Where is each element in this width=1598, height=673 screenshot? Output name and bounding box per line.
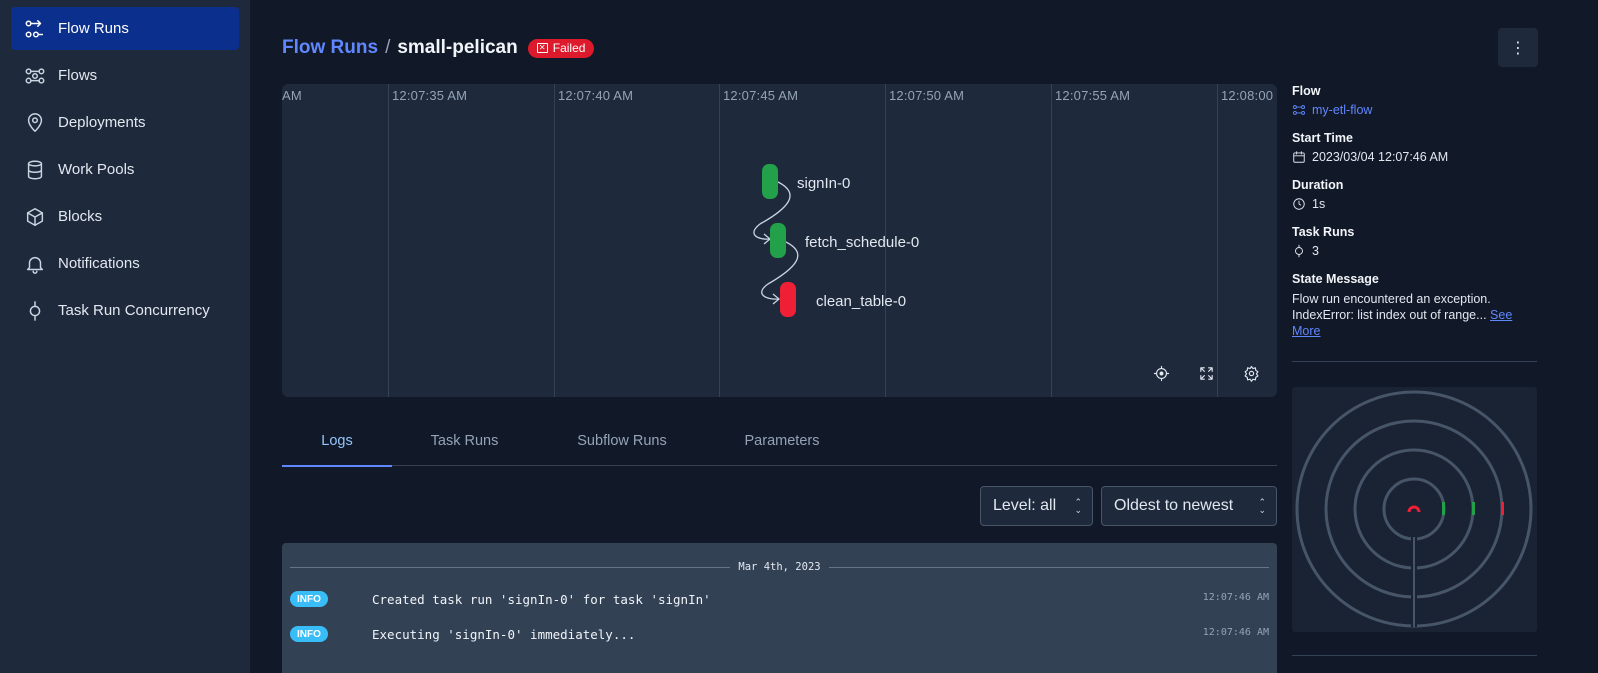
log-message: Created task run 'signIn-0' for task 'si… (372, 592, 711, 607)
sidebar-item-work-pools[interactable]: Work Pools (11, 148, 239, 191)
duration-label: Duration (1292, 178, 1344, 192)
location-pin-icon (24, 112, 46, 134)
radar-view[interactable] (1292, 387, 1537, 632)
log-message: Executing 'signIn-0' immediately... (372, 627, 636, 642)
log-sort-value: Oldest to newest (1114, 497, 1234, 514)
page-title: small-pelican (397, 37, 518, 58)
log-date-divider: Mar 4th, 2023 (282, 560, 1277, 574)
sidebar-item-notifications[interactable]: Notifications (11, 242, 239, 285)
settings-gear-icon (1243, 365, 1260, 382)
divider (1292, 655, 1537, 656)
log-timestamp: 12:07:46 AM (1202, 627, 1269, 638)
concurrency-icon (24, 300, 46, 322)
log-row: INFO Created task run 'signIn-0' for tas… (282, 590, 1277, 610)
sidebar-item-blocks[interactable]: Blocks (11, 195, 239, 238)
task-runs-value: 3 (1292, 244, 1537, 258)
log-row: INFO Executing 'signIn-0' immediately...… (282, 625, 1277, 645)
state-message-line1: Flow run encountered an exception. (1292, 292, 1491, 306)
breadcrumb-flow-runs-link[interactable]: Flow Runs (282, 37, 378, 59)
sidebar-item-label: Notifications (58, 255, 140, 272)
sidebar-item-label: Flows (58, 67, 98, 84)
sidebar-item-deployments[interactable]: Deployments (11, 101, 239, 144)
state-message-label: State Message (1292, 272, 1379, 286)
task-node-label: fetch_schedule-0 (805, 234, 920, 251)
bell-icon (24, 253, 46, 275)
calendar-icon (1293, 151, 1305, 163)
state-badge-label: Failed (552, 41, 586, 55)
sidebar-item-label: Work Pools (58, 161, 135, 178)
breadcrumb: Flow Runs / small-pelican ✕ Failed (282, 34, 595, 62)
sidebar-item-flow-runs[interactable]: Flow Runs (11, 7, 239, 50)
breadcrumb-separator: / (385, 37, 391, 58)
log-sort-select[interactable]: Oldest to newest ⌃ ⌄ (1101, 486, 1277, 526)
kebab-menu-icon: ⋮ (1510, 39, 1526, 57)
tab-parameters[interactable]: Parameters (707, 415, 857, 466)
task-node-label: clean_table-0 (816, 293, 907, 310)
flow-run-timeline[interactable]: AM 12:07:35 AM 12:07:40 AM 12:07:45 AM 1… (282, 84, 1277, 397)
state-message: Flow run encountered an exception. Index… (1292, 291, 1537, 339)
log-timestamp: 12:07:46 AM (1202, 592, 1269, 603)
fullscreen-button[interactable] (1193, 360, 1219, 386)
fullscreen-icon (1198, 365, 1215, 382)
flow-label: Flow (1292, 84, 1321, 98)
log-level-value: Level: all (993, 497, 1057, 514)
flow-runs-icon (24, 18, 46, 40)
duration-value: 1s (1292, 197, 1537, 211)
duration-text: 1s (1312, 197, 1326, 211)
cube-icon (24, 206, 46, 228)
radar-graph (1295, 390, 1533, 628)
sidebar: Flow Runs Flows Deployments Work Pools B… (0, 0, 250, 673)
sidebar-item-label: Task Run Concurrency (58, 302, 210, 319)
failed-x-icon: ✕ (536, 43, 548, 53)
flow-name: my-etl-flow (1312, 103, 1373, 117)
recenter-icon (1153, 365, 1170, 382)
log-date-label: Mar 4th, 2023 (738, 561, 821, 573)
log-level-badge: INFO (290, 626, 328, 642)
sidebar-item-label: Flow Runs (58, 20, 129, 37)
flows-icon (24, 65, 46, 87)
divider (1292, 361, 1537, 362)
sidebar-item-label: Deployments (58, 114, 146, 131)
flow-link[interactable]: my-etl-flow (1292, 103, 1537, 117)
start-time-label: Start Time (1292, 131, 1353, 145)
timeline-settings-button[interactable] (1238, 360, 1264, 386)
divider (828, 566, 1269, 568)
task-runs-label: Task Runs (1292, 225, 1355, 239)
task-runs-count: 3 (1312, 244, 1319, 258)
sidebar-item-label: Blocks (58, 208, 103, 225)
state-message-line2: IndexError: list index out of range... (1292, 308, 1487, 322)
flows-icon (1292, 105, 1306, 115)
divider (290, 566, 731, 568)
flow-run-details: Flow my-etl-flow Start Time 2023/03/04 1… (1292, 84, 1537, 339)
tab-logs[interactable]: Logs (282, 415, 392, 467)
tab-subflow-runs[interactable]: Subflow Runs (537, 415, 707, 466)
tab-bar: Logs Task Runs Subflow Runs Parameters (282, 415, 1277, 467)
clock-icon (1293, 198, 1305, 210)
task-run-icon (1295, 244, 1303, 258)
sidebar-item-task-run-concurrency[interactable]: Task Run Concurrency (11, 289, 239, 332)
task-node-signin[interactable] (762, 164, 778, 199)
tab-task-runs[interactable]: Task Runs (392, 415, 537, 466)
start-time-text: 2023/03/04 12:07:46 AM (1312, 150, 1449, 164)
start-time-value: 2023/03/04 12:07:46 AM (1292, 150, 1537, 164)
state-badge: ✕ Failed (527, 38, 595, 58)
kebab-menu-button[interactable]: ⋮ (1498, 28, 1538, 67)
task-node-label: signIn-0 (797, 175, 851, 192)
select-chevron-icon: ⌃ ⌄ (1074, 497, 1082, 515)
task-node-clean-table[interactable] (780, 282, 796, 317)
recenter-button[interactable] (1148, 360, 1174, 386)
log-level-badge: INFO (290, 591, 328, 607)
select-chevron-icon: ⌃ ⌄ (1258, 497, 1266, 515)
log-viewer[interactable]: Mar 4th, 2023 INFO Created task run 'sig… (282, 543, 1277, 673)
sidebar-item-flows[interactable]: Flows (11, 54, 239, 97)
log-level-select[interactable]: Level: all ⌃ ⌄ (980, 486, 1093, 526)
database-icon (24, 159, 46, 181)
task-node-fetch-schedule[interactable] (770, 223, 786, 258)
